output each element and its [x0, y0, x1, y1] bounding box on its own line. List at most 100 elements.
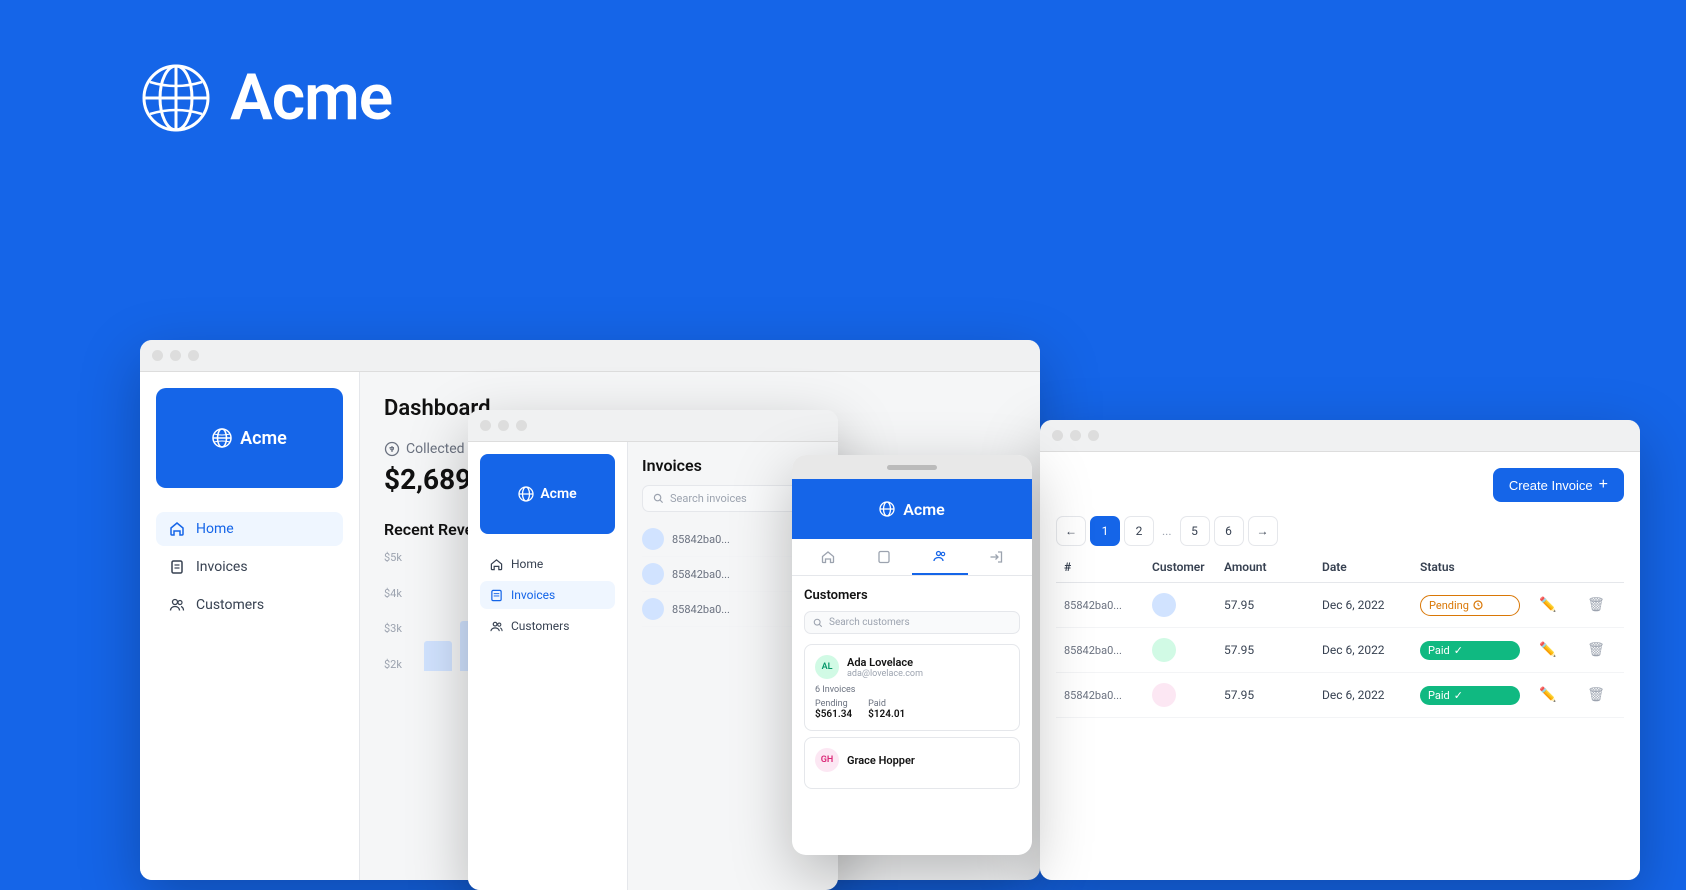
- edit-btn-3[interactable]: ✏️: [1528, 687, 1568, 703]
- delete-btn-2[interactable]: 🗑: [1576, 642, 1616, 658]
- mobile-globe-icon: [879, 501, 895, 517]
- delete-btn-3[interactable]: 🗑: [1576, 687, 1616, 703]
- sidebar2-logo-text: Acme: [540, 486, 576, 502]
- mobile-nav-home[interactable]: [800, 539, 856, 575]
- search-icon-2: [653, 493, 664, 504]
- chart-labels: $5k $4k $3k $2k: [384, 551, 402, 671]
- row3-date: Dec 6, 2022: [1322, 688, 1412, 702]
- table-row-2: 85842ba0... 57.95 Dec 6, 2022 Paid ✓ ✏️ …: [1056, 628, 1624, 673]
- dot-x: [1052, 430, 1063, 441]
- plus-icon: +: [1599, 476, 1608, 494]
- page-btn-1[interactable]: 1: [1090, 516, 1120, 546]
- sidebar2-globe-icon: [518, 486, 534, 502]
- search-customers-placeholder: Search customers: [829, 617, 910, 628]
- ada-pending-stat: Pending $561.34: [815, 699, 852, 720]
- row3-avatar: [1152, 683, 1176, 707]
- mobile-users-icon: [933, 549, 947, 563]
- mobile-content: Acme Customers Search customers: [792, 479, 1032, 855]
- row2-avatar: [1152, 638, 1176, 662]
- dot-y: [1070, 430, 1081, 441]
- mobile-file-icon: [877, 550, 891, 564]
- row1-customer: [1152, 593, 1216, 617]
- sidebar2-invoices-label: Invoices: [511, 588, 555, 602]
- sidebar-globe-icon: [212, 428, 232, 448]
- mobile-nav-customers[interactable]: [912, 539, 968, 575]
- ada-avatar: AL: [815, 655, 839, 679]
- table-row-1: 85842ba0... 57.95 Dec 6, 2022 Pending ✏️…: [1056, 583, 1624, 628]
- page-1-label: 1: [1102, 524, 1109, 538]
- sidebar: Acme Home Invoices Customers: [140, 372, 360, 880]
- row2-id: 85842ba0...: [1064, 644, 1144, 657]
- grace-avatar: GH: [815, 748, 839, 772]
- chart-label-5k: $5k: [384, 551, 402, 564]
- invoices-window: Acme Home Invoices Customers Invoices Se…: [468, 410, 838, 890]
- mobile-logout-icon: [989, 550, 1003, 564]
- sidebar2-customers-icon: [490, 620, 503, 633]
- checkmark-2: ✓: [1454, 644, 1463, 657]
- delete-btn-1[interactable]: 🗑: [1576, 597, 1616, 613]
- invoices-table-header: Create Invoice +: [1056, 468, 1624, 502]
- th-delete: [1576, 560, 1616, 574]
- customer-card-grace: GH Grace Hopper: [804, 737, 1020, 789]
- row1-id: 85842ba0...: [1064, 599, 1144, 612]
- hero-title: Acme: [230, 60, 392, 135]
- row3-id: 85842ba0...: [1064, 689, 1144, 702]
- sidebar2-customers[interactable]: Customers: [480, 612, 615, 640]
- window-titlebar-4: [1040, 420, 1640, 452]
- sidebar2-invoices[interactable]: Invoices: [480, 581, 615, 609]
- create-invoice-label: Create Invoice: [1509, 478, 1593, 493]
- search-customers-bar[interactable]: Search customers: [804, 611, 1020, 634]
- table-header-row: # Customer Amount Date Status: [1056, 560, 1624, 583]
- sidebar-logo: Acme: [156, 388, 343, 488]
- ada-paid-val: $124.01: [868, 709, 905, 720]
- sidebar-2: Acme Home Invoices Customers: [468, 442, 628, 890]
- next-icon: →: [1257, 524, 1269, 538]
- sidebar-item-customers[interactable]: Customers: [156, 588, 343, 622]
- sidebar2-invoices-icon: [490, 589, 503, 602]
- row1-avatar: [1152, 593, 1176, 617]
- sidebar-invoices-label: Invoices: [196, 559, 248, 575]
- create-invoice-button[interactable]: Create Invoice +: [1493, 468, 1624, 502]
- sidebar-item-invoices[interactable]: Invoices: [156, 550, 343, 584]
- invoice-avatar-1: [642, 528, 664, 550]
- sidebar-customers-label: Customers: [196, 597, 264, 613]
- titlebar-dot-3: [188, 350, 199, 361]
- sidebar-logo-text: Acme: [240, 428, 287, 449]
- ada-invoices-badge: 6 Invoices: [815, 685, 1009, 695]
- row1-amount: 57.95: [1224, 598, 1314, 612]
- pending-label-1: Pending: [1429, 599, 1469, 612]
- mobile-nav-logout[interactable]: [968, 539, 1024, 575]
- page-6-label: 6: [1225, 524, 1232, 538]
- page-btn-5[interactable]: 5: [1180, 516, 1210, 546]
- page-5-label: 5: [1191, 524, 1198, 538]
- page-btn-6[interactable]: 6: [1214, 516, 1244, 546]
- customer-card-ada: AL Ada Lovelace ada@lovelace.com 6 Invoi…: [804, 644, 1020, 731]
- prev-page-btn[interactable]: ←: [1056, 516, 1086, 546]
- chart-label-2k: $2k: [384, 658, 402, 671]
- row2-customer: [1152, 638, 1216, 662]
- chart-label-3k: $3k: [384, 622, 402, 635]
- th-amount: Amount: [1224, 560, 1314, 574]
- row2-status: Paid ✓: [1420, 641, 1520, 660]
- page-btn-2[interactable]: 2: [1124, 516, 1154, 546]
- ada-pending-label: Pending: [815, 699, 852, 709]
- invoices-table-content: Create Invoice + ← 1 2 ... 5 6 →: [1040, 452, 1640, 880]
- paid-label-2: Paid: [1428, 644, 1450, 657]
- sidebar2-home[interactable]: Home: [480, 550, 615, 578]
- bar-1: [424, 641, 452, 671]
- checkmark-3: ✓: [1454, 689, 1463, 702]
- th-status: Status: [1420, 560, 1520, 574]
- edit-btn-2[interactable]: ✏️: [1528, 642, 1568, 658]
- mobile-nav-file[interactable]: [856, 539, 912, 575]
- sidebar-item-home[interactable]: Home: [156, 512, 343, 546]
- edit-btn-1[interactable]: ✏️: [1528, 597, 1568, 613]
- invoice-avatar-2: [642, 563, 664, 585]
- sidebar2-customers-label: Customers: [511, 619, 569, 633]
- dot-z: [1088, 430, 1099, 441]
- next-page-btn[interactable]: →: [1248, 516, 1278, 546]
- mobile-home-icon: [821, 550, 835, 564]
- customers-heading: Customers: [804, 588, 1020, 603]
- row3-status: Paid ✓: [1420, 686, 1520, 705]
- ada-name: Ada Lovelace: [847, 656, 1009, 669]
- dollar-icon: [384, 441, 400, 457]
